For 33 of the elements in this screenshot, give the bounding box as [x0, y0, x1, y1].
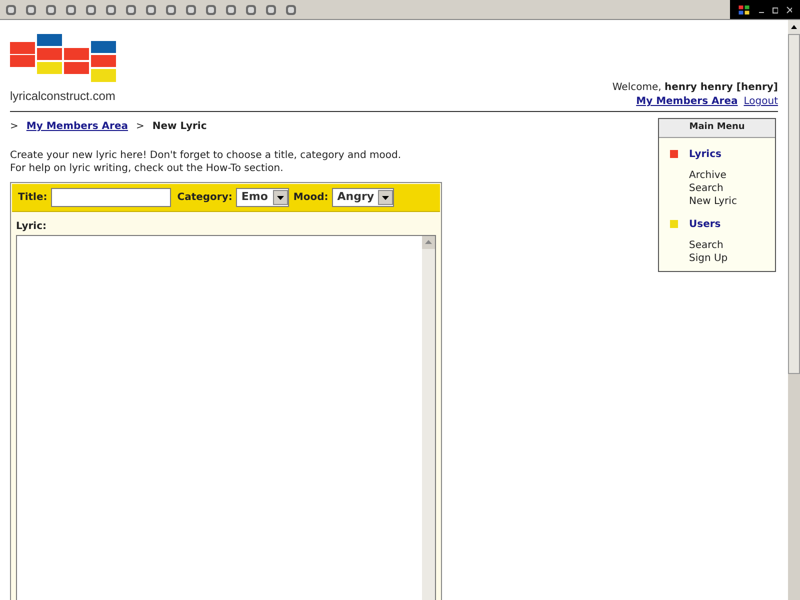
- breadcrumb-separator: >: [10, 120, 18, 134]
- intro-text: For help on lyric writing, check out the How-To section.: [10, 162, 284, 175]
- caret-icon: [273, 190, 288, 205]
- windows-logo-icon: [738, 2, 750, 16]
- menu-title: Main Menu: [659, 119, 775, 138]
- mood-label: Mood:: [293, 191, 328, 205]
- menu-heading[interactable]: Users: [689, 216, 721, 232]
- menu-item[interactable]: Sign Up: [689, 252, 764, 264]
- scroll-up-icon[interactable]: [788, 20, 800, 34]
- close-icon[interactable]: [786, 6, 792, 14]
- site-logo-icon: [10, 34, 116, 83]
- title-field[interactable]: [51, 188, 172, 207]
- category-label: Category:: [177, 191, 232, 205]
- restore-icon[interactable]: [772, 6, 778, 14]
- menu-heading[interactable]: Lyrics: [689, 146, 722, 162]
- menu-item[interactable]: Search: [689, 238, 764, 252]
- page-scrollbar[interactable]: [788, 20, 800, 600]
- account-link[interactable]: Logout: [744, 95, 778, 109]
- breadcrumb-current: New Lyric: [152, 120, 207, 134]
- mood-select[interactable]: Angry: [332, 188, 394, 207]
- breadcrumb-separator: >: [136, 120, 144, 134]
- title-label: Title:: [18, 191, 48, 205]
- category-select[interactable]: Emo: [236, 188, 290, 207]
- lyric-label: Lyric:: [15, 220, 48, 234]
- welcome-text: Welcome, henry henry [henry]: [612, 81, 778, 95]
- menu-item[interactable]: Archive: [689, 168, 764, 182]
- site-name: lyricalconstruct.com: [10, 88, 116, 105]
- account-link[interactable]: My Members Area: [636, 95, 738, 109]
- caret-icon: [378, 190, 394, 205]
- breadcrumb-link[interactable]: My Members Area: [26, 119, 128, 134]
- menu-item[interactable]: New Lyric: [689, 194, 764, 208]
- intro-text: Create your new lyric here! Don't forget to choose a title, category and mood.: [10, 149, 402, 162]
- menu-item[interactable]: Search: [689, 182, 764, 194]
